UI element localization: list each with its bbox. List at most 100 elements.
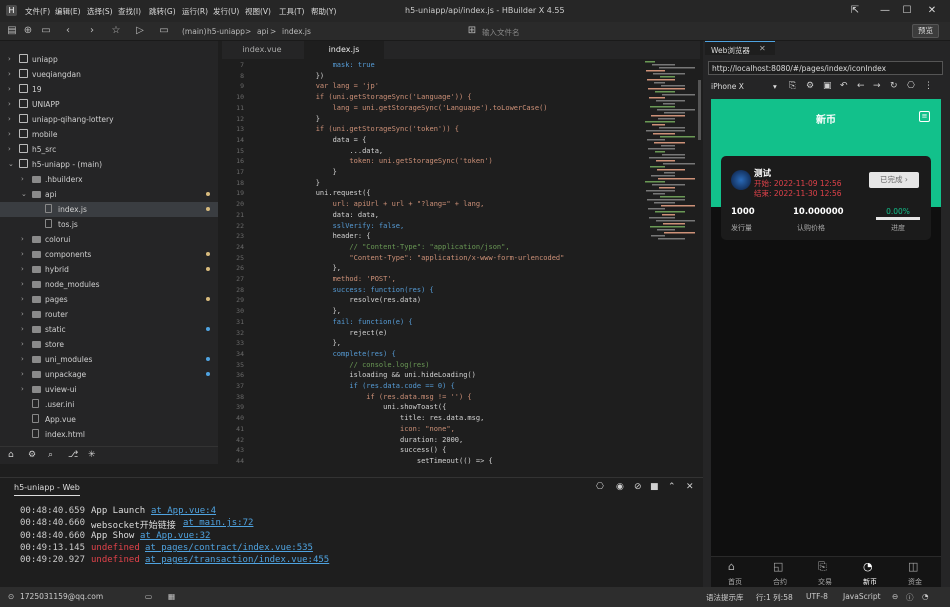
bell-icon[interactable]: ◔ — [922, 592, 929, 601]
cursor-position[interactable]: 行:1 列:58 — [756, 592, 793, 603]
chevron-right-icon[interactable]: › — [21, 340, 24, 348]
menu-item[interactable]: 跳转(G) — [149, 6, 176, 17]
chevron-right-icon[interactable]: › — [8, 85, 11, 93]
bug-icon[interactable]: ✳ — [88, 450, 96, 460]
code-line[interactable]: if (uni.getStorageSync('Language')) { — [282, 93, 472, 101]
log-source-link[interactable]: at pages/contract/index.vue:535 — [145, 543, 313, 553]
tab-index-js[interactable]: index.js — [304, 41, 384, 59]
chevron-right-icon[interactable]: › — [21, 370, 24, 378]
user-icon[interactable]: ⊙ — [8, 592, 14, 601]
back-icon[interactable]: ‹ — [62, 25, 74, 36]
lock-scroll-icon[interactable]: ⎔ — [596, 482, 604, 492]
menu-item[interactable]: 工具(T) — [279, 6, 304, 17]
url-bar[interactable]: http://localhost:8080/#/pages/index/icon… — [708, 61, 943, 75]
search-icon[interactable]: ⌕ — [48, 450, 53, 460]
reload-icon[interactable]: ↻ — [890, 81, 898, 91]
maximize-button[interactable]: ☐ — [900, 4, 914, 18]
wallet-icon[interactable]: ◫ — [908, 560, 918, 573]
tree-item[interactable]: › static — [0, 322, 218, 337]
breadcrumb-file[interactable]: index.js — [282, 27, 311, 36]
menu-item[interactable]: 文件(F) — [25, 6, 50, 17]
chevron-down-icon[interactable]: ⌄ — [21, 190, 27, 198]
code-line[interactable]: }) — [282, 72, 324, 80]
chevron-right-icon[interactable]: › — [21, 250, 24, 258]
code-line[interactable]: if (res.data.msg != '') { — [282, 393, 471, 401]
forward-icon[interactable]: › — [86, 25, 98, 36]
breadcrumb-branch[interactable]: (main) — [182, 27, 207, 36]
log-source-link[interactable]: at pages/transaction/index.vue:455 — [145, 555, 329, 565]
chevron-right-icon[interactable]: › — [8, 55, 11, 63]
close-button[interactable]: ✕ — [925, 4, 939, 18]
preview-button[interactable]: 预览 — [912, 24, 939, 38]
code-line[interactable]: sslVerify: false, — [282, 222, 405, 230]
code-line[interactable]: if (res.data.code == 0) { — [282, 382, 454, 390]
chevron-right-icon[interactable]: › — [8, 115, 11, 123]
menu-item[interactable]: 发行(U) — [213, 6, 239, 17]
chevron-right-icon[interactable]: › — [8, 70, 11, 78]
code-line[interactable]: }, — [282, 264, 341, 272]
code-editor[interactable]: 7 mask: true 8 }) 9 var lang = 'jp' 10 if (… — [222, 59, 700, 464]
tree-item[interactable]: › store — [0, 337, 218, 352]
minimize-button[interactable]: — — [878, 4, 892, 18]
tree-item[interactable]: › uview-ui — [0, 382, 218, 397]
lock-icon[interactable]: ⎔ — [907, 81, 915, 91]
code-line[interactable]: complete(res) { — [282, 350, 396, 358]
refresh-left-icon[interactable]: ↶ — [840, 81, 848, 91]
menu-item[interactable]: 运行(R) — [182, 6, 208, 17]
breadcrumb-folder[interactable]: api — [257, 27, 268, 36]
tree-item[interactable]: tos.js — [0, 217, 218, 232]
star-icon[interactable]: ☆ — [110, 25, 122, 36]
code-line[interactable]: fail: function(e) { — [282, 318, 413, 326]
close-panel-icon[interactable]: ✕ — [686, 482, 694, 492]
panel-icon[interactable]: ▭ — [145, 592, 152, 601]
menu-item[interactable]: 选择(S) — [87, 6, 113, 17]
code-line[interactable]: resolve(res.data) — [282, 296, 421, 304]
console-tab[interactable]: h5-uniapp - Web — [14, 483, 80, 496]
new-file-icon[interactable]: ⊕ — [22, 25, 34, 36]
tree-item[interactable]: › 19 — [0, 82, 218, 97]
code-line[interactable]: success() { — [282, 446, 446, 454]
tree-item[interactable]: › node_modules — [0, 277, 218, 292]
code-line[interactable]: duration: 2000, — [282, 436, 463, 444]
code-line[interactable]: // console.log(res) — [282, 361, 429, 369]
screenshot-icon[interactable]: ⎘ — [789, 81, 796, 91]
nav-item-label[interactable]: 首页 — [715, 577, 755, 587]
tree-item[interactable]: App.vue — [0, 412, 218, 427]
code-line[interactable]: data: data, — [282, 211, 379, 219]
code-line[interactable]: } — [282, 168, 337, 176]
list-icon[interactable]: ≡ — [919, 111, 930, 122]
code-line[interactable]: reject(e) — [282, 329, 387, 337]
chevron-right-icon[interactable]: › — [21, 175, 24, 183]
new-coin-icon[interactable]: ◔ — [863, 560, 873, 573]
chevron-right-icon[interactable]: › — [21, 385, 24, 393]
code-line[interactable]: data = { — [282, 136, 367, 144]
forward-icon[interactable]: → — [873, 81, 881, 91]
tree-item[interactable]: › unpackage — [0, 367, 218, 382]
minimap[interactable] — [640, 59, 700, 259]
code-line[interactable]: title: res.data.msg, — [282, 414, 484, 422]
menu-item[interactable]: 编辑(E) — [55, 6, 81, 17]
chevron-right-icon[interactable]: › — [8, 145, 11, 153]
coin-card[interactable]: 测试 开始: 2022-11-09 12:56 结束: 2022-11-30 1… — [721, 156, 931, 240]
chevron-right-icon[interactable]: › — [21, 310, 24, 318]
run-icon[interactable]: ▷ — [134, 25, 146, 36]
tree-item[interactable]: › router — [0, 307, 218, 322]
chevron-right-icon[interactable]: › — [21, 280, 24, 288]
code-line[interactable]: uni.request({ — [282, 189, 371, 197]
code-line[interactable]: // "Content-Type": "application/json", — [282, 243, 509, 251]
tree-item[interactable]: › uniapp — [0, 52, 218, 67]
chevron-right-icon[interactable]: › — [21, 355, 24, 363]
tree-item[interactable]: ⌄ h5-uniapp - (main) — [0, 157, 218, 172]
code-line[interactable]: mask: true — [282, 61, 375, 69]
file-search-input[interactable]: 输入文件名 — [482, 27, 520, 38]
tree-item[interactable]: › mobile — [0, 127, 218, 142]
chevron-down-icon[interactable]: ⌄ — [8, 160, 14, 168]
menu-item[interactable]: 查找(I) — [118, 6, 141, 17]
trade-icon[interactable]: ⎘ — [818, 560, 827, 574]
user-account[interactable]: 1725031159@qq.com — [20, 592, 103, 601]
nav-item-label[interactable]: 交易 — [805, 577, 845, 587]
nav-item-label[interactable]: 合约 — [760, 577, 800, 587]
contract-icon[interactable]: ◱ — [773, 560, 783, 573]
inspect-icon[interactable]: ▣ — [823, 81, 832, 91]
chevron-right-icon[interactable]: › — [21, 265, 24, 273]
